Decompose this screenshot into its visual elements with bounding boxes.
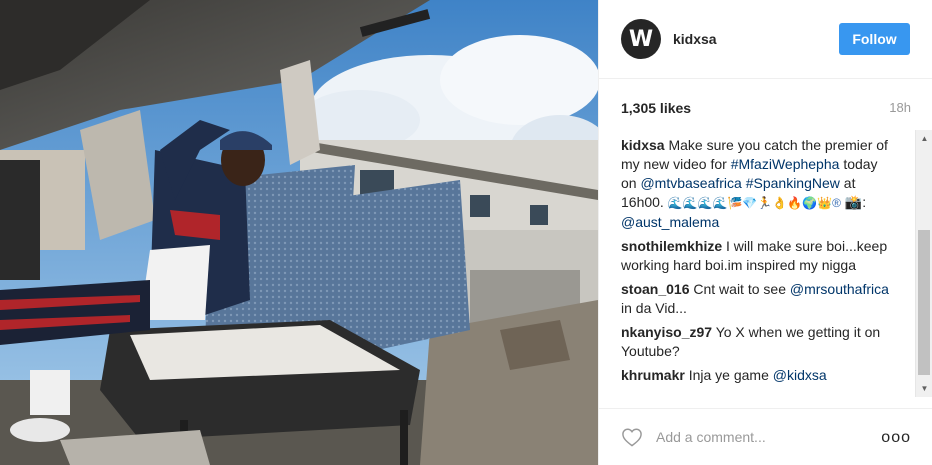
comment-text: in da Vid... [621, 300, 687, 316]
comment-author[interactable]: stoan_016 [621, 281, 689, 297]
hashtag-link[interactable]: #MfaziWephepha [731, 156, 840, 172]
mention-link[interactable]: @mrsouthafrica [790, 281, 889, 297]
heart-outline-icon[interactable] [621, 427, 643, 447]
post-username[interactable]: kidxsa [673, 31, 717, 47]
scroll-up-icon[interactable]: ▲ [916, 130, 932, 147]
post-time[interactable]: 18h [889, 100, 911, 116]
follow-button[interactable]: Follow [839, 23, 910, 55]
hashtag-link[interactable]: #SpankingNew [746, 175, 840, 191]
camera-credit: 📸: [844, 194, 867, 210]
post-side-panel: W kidxsa Follow 1,305 likes 18h kidxsa M… [598, 0, 932, 465]
comment-author[interactable]: nkanyiso_z97 [621, 324, 712, 340]
comment-composer: ooo [599, 408, 932, 465]
likes-count[interactable]: 1,305 likes [621, 100, 691, 116]
avatar[interactable]: W [621, 19, 661, 59]
list-item: snothilemkhize I will make sure boi...ke… [621, 237, 897, 275]
mention-link[interactable]: @aust_malema [621, 214, 719, 230]
photo-illustration [0, 0, 598, 465]
comment-list: kidxsa Make sure you catch the premier o… [621, 136, 897, 396]
comment-input[interactable] [656, 429, 856, 445]
list-item: nkanyiso_z97 Yo X when we getting it on … [621, 323, 897, 361]
mention-link[interactable]: @kidxsa [773, 367, 827, 383]
comment-author[interactable]: khrumakr [621, 367, 685, 383]
list-item: stoan_016 Cnt wait to see @mrsouthafrica… [621, 280, 897, 318]
caption-emoji: 🌊🌊🌊🌊🎏💎🏃👌🔥🌍👑® [667, 196, 841, 210]
comment-author[interactable]: snothilemkhize [621, 238, 722, 254]
scroll-down-icon[interactable]: ▼ [916, 380, 932, 397]
list-item: khrumakr Inja ye game @kidxsa [621, 366, 897, 385]
mention-link[interactable]: @mtvbaseafrica [640, 175, 741, 191]
post-view: W kidxsa Follow 1,305 likes 18h kidxsa M… [0, 0, 932, 465]
caption-author[interactable]: kidxsa [621, 137, 665, 153]
comment-text: Inja ye game [688, 367, 769, 383]
post-header: W kidxsa Follow [599, 0, 932, 79]
likes-row: 1,305 likes 18h [621, 100, 911, 116]
post-photo[interactable] [0, 0, 598, 465]
comment-text: Cnt wait to see [693, 281, 786, 297]
scroll-thumb[interactable] [918, 230, 930, 375]
caption: kidxsa Make sure you catch the premier o… [621, 136, 897, 232]
comment-scrollbar[interactable]: ▲ ▼ [915, 130, 932, 397]
more-options-icon[interactable]: ooo [881, 429, 911, 447]
